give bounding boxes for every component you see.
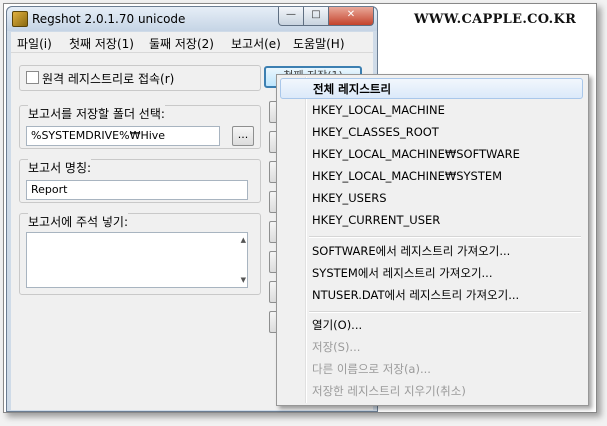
menu-item-hkcr[interactable]: HKEY_CLASSES_ROOT: [280, 122, 583, 143]
scroll-down-icon[interactable]: ▼: [241, 276, 246, 284]
folder-label: 보고서를 저장할 폴더 선택:: [28, 105, 165, 122]
menu-separator: [309, 236, 581, 238]
comment-textarea[interactable]: [26, 232, 248, 288]
menu-item-hklm-system[interactable]: HKEY_LOCAL_MACHINE₩SYSTEM: [280, 166, 583, 187]
menu-item-load-system[interactable]: SYSTEM에서 레지스트리 가져오기...: [280, 263, 583, 284]
menu-item-open[interactable]: 열기(O)...: [280, 315, 583, 336]
app-icon: [12, 11, 28, 27]
menu-first-shot[interactable]: 첫째 저장(1): [69, 35, 134, 52]
report-name-group: 보고서 명칭: Report: [19, 159, 261, 203]
menu-bar: 파일(i) 첫째 저장(1) 둘째 저장(2) 보고서(e) 도움말(H): [11, 32, 373, 53]
folder-group: 보고서를 저장할 폴더 선택: %SYSTEMDRIVE%₩Hive ...: [19, 105, 261, 149]
browse-button[interactable]: ...: [232, 126, 254, 146]
report-name-label: 보고서 명칭:: [28, 159, 92, 176]
comment-group: 보고서에 주석 넣기: ▲ ▼: [19, 213, 261, 295]
window-title: Regshot 2.0.1.70 unicode: [32, 12, 186, 26]
scroll-up-icon[interactable]: ▲: [241, 236, 246, 244]
menu-item-clear-saved[interactable]: 저장한 레지스트리 지우기(취소): [280, 381, 583, 402]
menu-help[interactable]: 도움말(H): [293, 35, 345, 52]
menu-item-save[interactable]: 저장(S)...: [280, 337, 583, 358]
maximize-button[interactable]: □: [303, 7, 329, 26]
remote-checkbox[interactable]: [26, 71, 39, 84]
menu-item-entire-registry[interactable]: 전체 레지스트리: [280, 78, 583, 99]
folder-input[interactable]: %SYSTEMDRIVE%₩Hive: [26, 126, 220, 146]
title-bar[interactable]: Regshot 2.0.1.70 unicode — □ ✕: [7, 7, 377, 31]
maximize-icon: □: [311, 9, 321, 20]
minimize-icon: —: [286, 9, 296, 20]
menu-item-hkcu[interactable]: HKEY_CURRENT_USER: [280, 210, 583, 231]
menu-item-load-ntuser[interactable]: NTUSER.DAT에서 레지스트리 가져오기...: [280, 285, 583, 306]
menu-item-hklm[interactable]: HKEY_LOCAL_MACHINE: [280, 100, 583, 121]
menu-second-shot[interactable]: 둘째 저장(2): [149, 35, 214, 52]
menu-item-hku[interactable]: HKEY_USERS: [280, 188, 583, 209]
menu-item-save-as[interactable]: 다른 이름으로 저장(a)...: [280, 359, 583, 380]
remote-group: 원격 레지스트리로 접속(r): [19, 65, 261, 91]
report-name-input[interactable]: Report: [26, 180, 248, 200]
shot-context-menu: 전체 레지스트리 HKEY_LOCAL_MACHINE HKEY_CLASSES…: [276, 74, 589, 406]
close-button[interactable]: ✕: [328, 7, 374, 26]
watermark: WWW.CAPPLE.CO.KR: [414, 12, 577, 27]
menu-item-hklm-software[interactable]: HKEY_LOCAL_MACHINE₩SOFTWARE: [280, 144, 583, 165]
comment-label: 보고서에 주석 넣기:: [28, 213, 128, 230]
close-icon: ✕: [346, 9, 356, 20]
menu-report[interactable]: 보고서(e): [231, 35, 281, 52]
menu-file[interactable]: 파일(i): [17, 35, 52, 52]
menu-item-load-software[interactable]: SOFTWARE에서 레지스트리 가져오기...: [280, 241, 583, 262]
remote-label: 원격 레지스트리로 접속(r): [42, 72, 175, 86]
minimize-button[interactable]: —: [278, 7, 304, 26]
menu-separator: [309, 311, 581, 313]
